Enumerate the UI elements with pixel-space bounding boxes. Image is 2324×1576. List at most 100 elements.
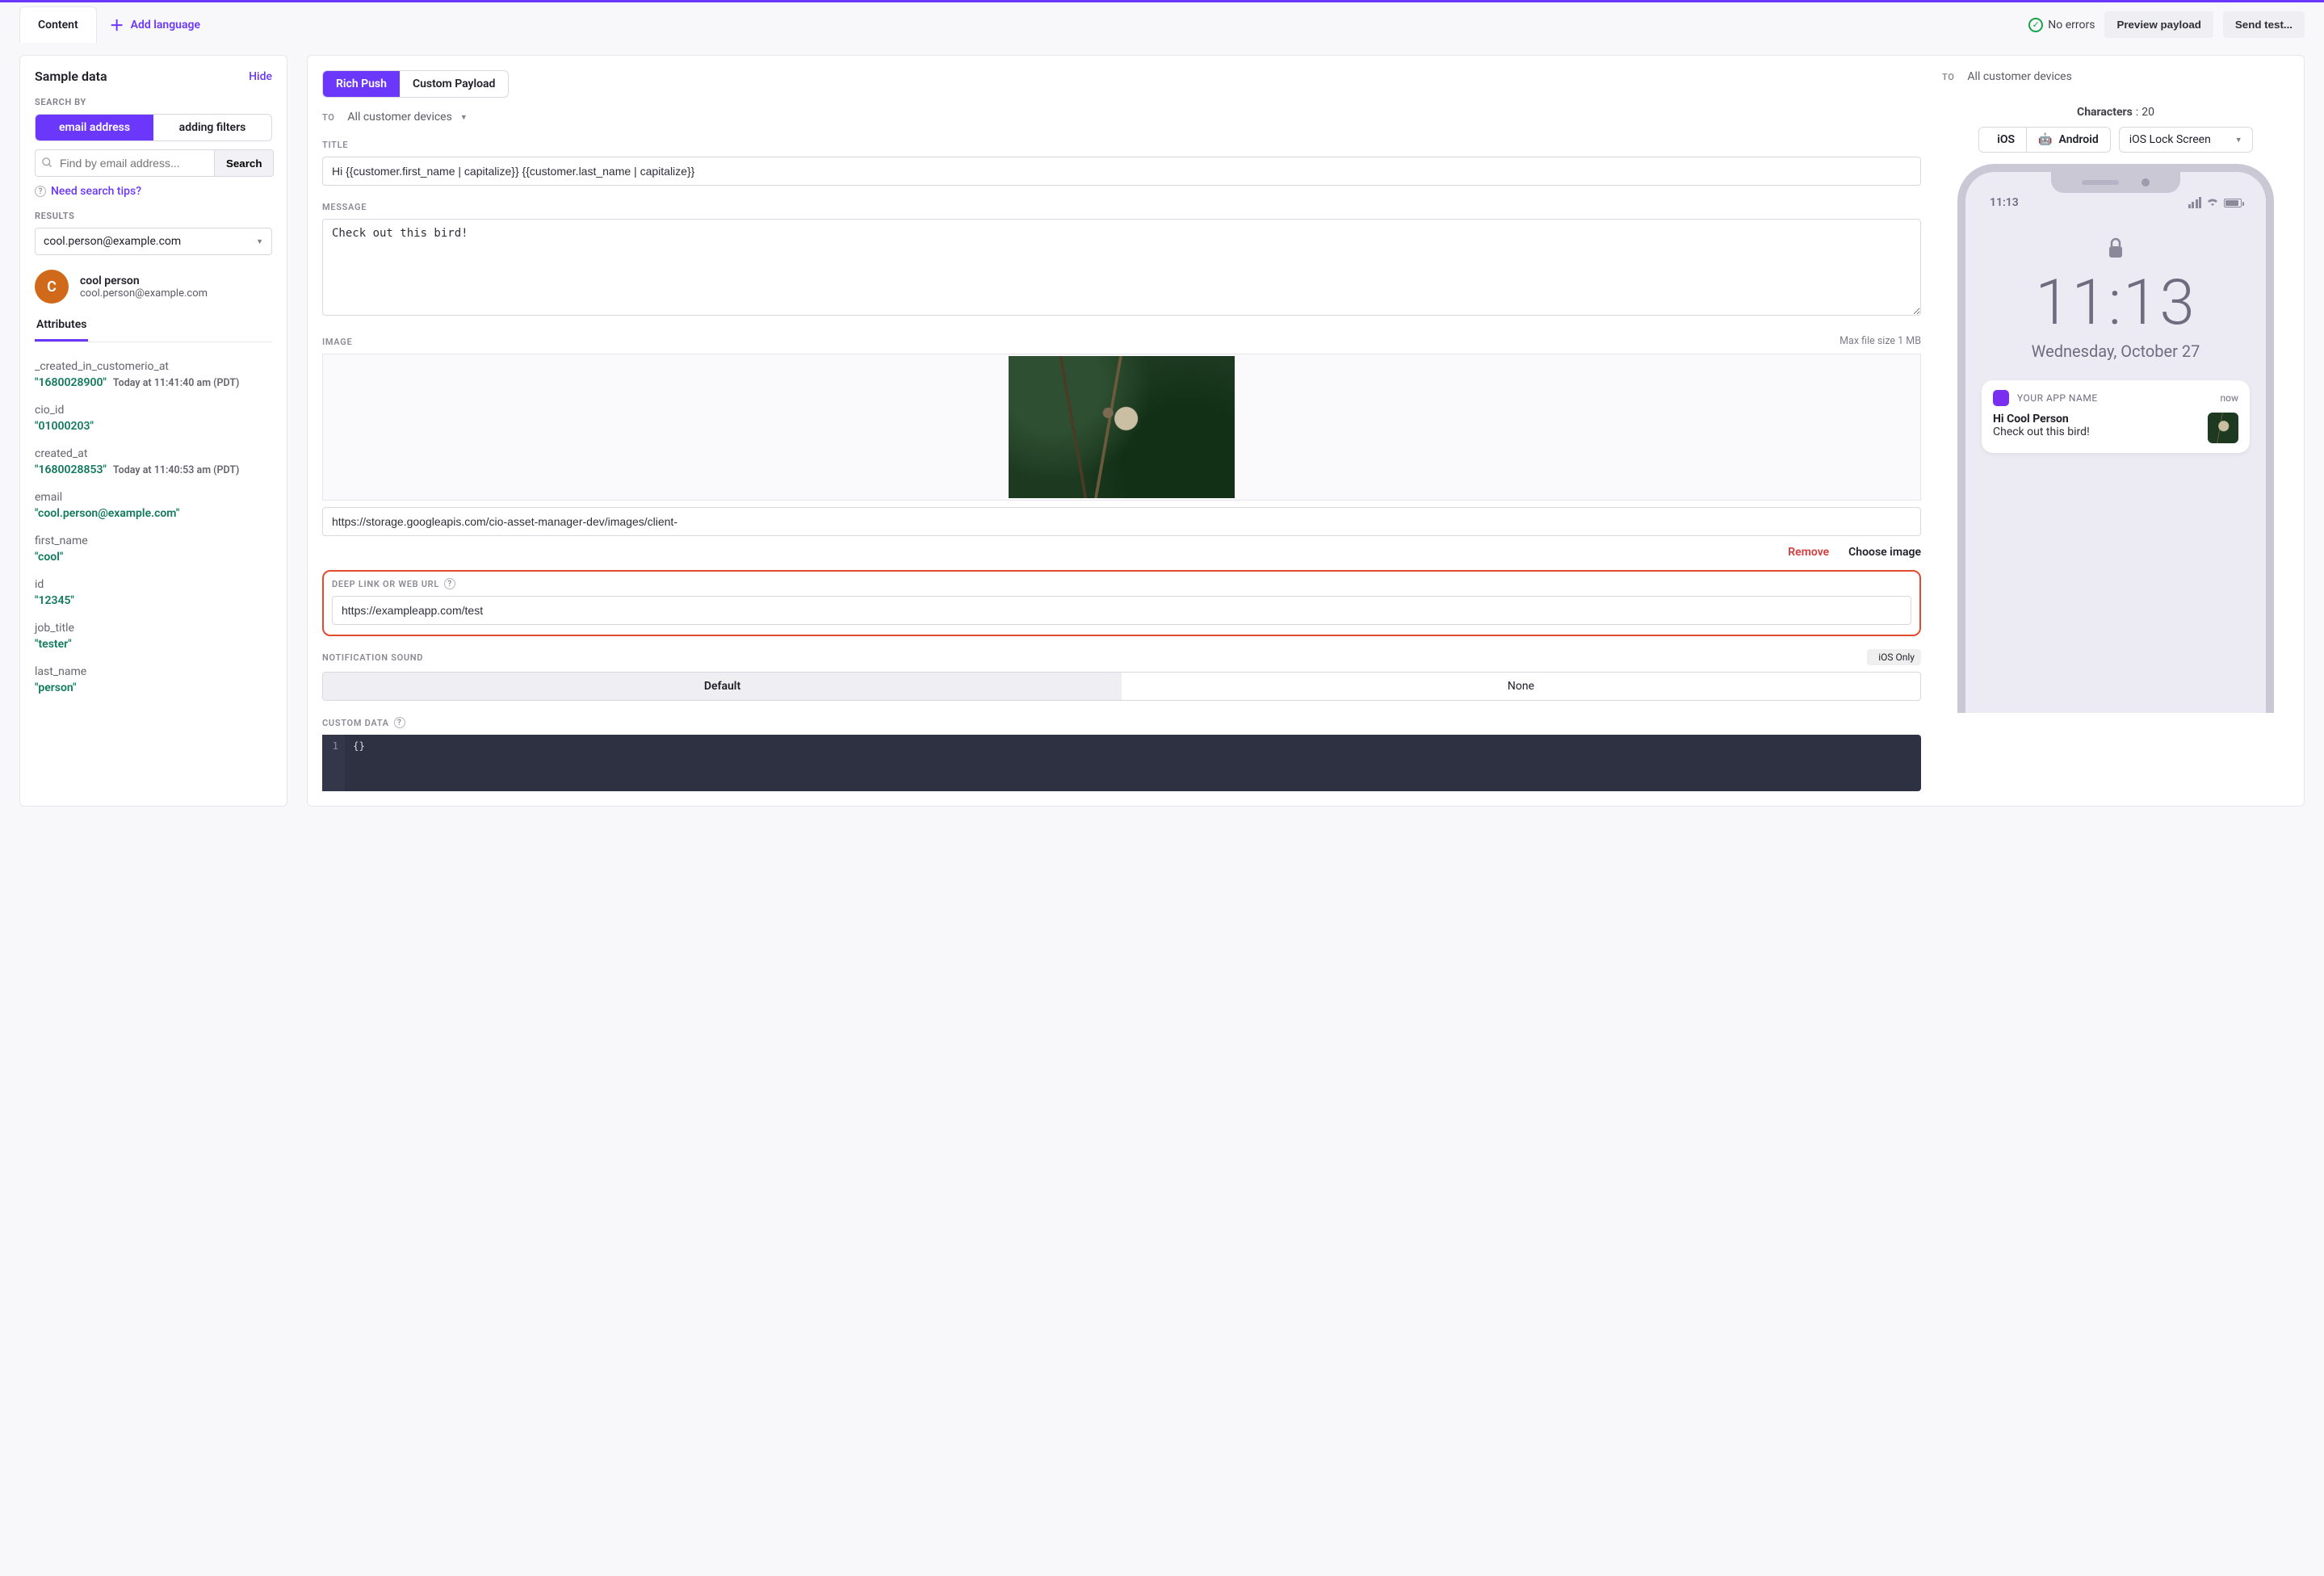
to-label: TO	[322, 112, 334, 123]
user-email: cool.person@example.com	[80, 287, 208, 300]
search-by-segment: email address adding filters	[35, 114, 272, 141]
attribute-key: email	[35, 491, 272, 504]
attribute-meta: Today at 11:41:40 am (PDT)	[113, 377, 239, 389]
sound-default[interactable]: Default	[323, 673, 1122, 700]
preview-payload-button[interactable]: Preview payload	[2104, 11, 2213, 38]
tab-attributes[interactable]: Attributes	[35, 318, 88, 342]
attribute-row: id "12345"	[35, 578, 272, 607]
os-android[interactable]: 🤖 Android	[2026, 128, 2110, 152]
tab-custom-payload[interactable]: Custom Payload	[400, 71, 509, 97]
message-label: MESSAGE	[322, 202, 1921, 212]
battery-icon	[2224, 199, 2242, 207]
results-value: cool.person@example.com	[44, 235, 181, 248]
to-select[interactable]: All customer devices ▼	[347, 111, 467, 124]
deeplink-label: DEEP LINK OR WEB URL	[332, 579, 439, 589]
os-ios-label: iOS	[1997, 133, 2015, 146]
to-value: All customer devices	[347, 111, 451, 124]
screen-select[interactable]: iOS Lock Screen ▼	[2119, 127, 2253, 153]
characters-label: Characters	[2077, 106, 2133, 119]
attribute-row: cio_id"01000203"	[35, 404, 272, 433]
attribute-value: "12345"	[35, 594, 272, 607]
phone-preview: 11:13 11:13 Wednesday, October 27	[1957, 164, 2274, 713]
attribute-value: "1680028900"Today at 11:41:40 am (PDT)	[35, 376, 272, 389]
title-input[interactable]	[322, 157, 1921, 186]
status-icons	[2188, 196, 2242, 209]
os-ios[interactable]: iOS	[1979, 128, 2026, 152]
chevron-down-icon: ▼	[460, 113, 468, 122]
tab-rich-push[interactable]: Rich Push	[323, 71, 400, 97]
phone-notch	[2051, 172, 2180, 193]
screen-value: iOS Lock Screen	[2129, 133, 2211, 146]
attribute-value: "person"	[35, 681, 272, 694]
code-gutter: 1	[322, 735, 345, 791]
search-tips-label: Need search tips?	[51, 185, 141, 198]
no-errors-label: No errors	[2048, 19, 2095, 31]
attribute-key: last_name	[35, 665, 272, 678]
bird-image	[1009, 356, 1235, 498]
sample-data-title: Sample data	[35, 69, 107, 84]
lock-date: Wednesday, October 27	[1975, 342, 2256, 361]
attribute-row: job_title "tester"	[35, 622, 272, 651]
sound-label: NOTIFICATION SOUND	[322, 652, 423, 663]
search-tips-link[interactable]: ? Need search tips?	[35, 185, 272, 198]
attribute-row: _created_in_customerio_at "1680028900"Tod…	[35, 360, 272, 389]
attribute-value: "cool"	[35, 551, 272, 564]
deeplink-input[interactable]	[332, 596, 1911, 625]
help-icon[interactable]: ?	[394, 717, 405, 728]
app-icon	[1993, 390, 2009, 406]
chevron-down-icon: ▼	[256, 237, 263, 246]
attribute-key: created_at	[35, 447, 272, 460]
plus-icon: ＋	[110, 15, 124, 36]
attribute-value: "cool.person@example.com"	[35, 507, 272, 520]
attribute-row: first_name "cool"	[35, 534, 272, 564]
attribute-row: last_name "person"	[35, 665, 272, 694]
notif-message: Check out this bird!	[1993, 425, 2198, 438]
seg-email-address[interactable]: email address	[36, 115, 153, 140]
lock-time: 11:13	[1975, 266, 2256, 340]
seg-adding-filters[interactable]: adding filters	[153, 115, 271, 140]
help-icon[interactable]: ?	[444, 578, 455, 589]
message-textarea[interactable]: Check out this bird!	[322, 219, 1921, 316]
attribute-key: job_title	[35, 622, 272, 635]
attribute-row: email "cool.person@example.com"	[35, 491, 272, 520]
title-label: TITLE	[322, 140, 1921, 150]
results-select[interactable]: cool.person@example.com ▼	[35, 228, 272, 255]
no-errors-status: ✓ No errors	[2028, 18, 2095, 32]
tab-content[interactable]: Content	[19, 6, 97, 43]
code-content: {}	[345, 735, 373, 791]
custom-data-editor[interactable]: 1 {}	[322, 735, 1921, 791]
notif-title: Hi Cool Person	[1993, 413, 2198, 425]
hide-link[interactable]: Hide	[249, 70, 272, 83]
attribute-key: _created_in_customerio_at	[35, 360, 272, 373]
sound-none[interactable]: None	[1122, 673, 1920, 700]
notif-time: now	[2221, 392, 2239, 404]
image-url-input[interactable]	[322, 507, 1921, 536]
custom-data-label: CUSTOM DATA	[322, 718, 389, 728]
preview-to-value: All customer devices	[1967, 70, 2071, 83]
help-icon: ?	[35, 186, 46, 197]
wifi-icon	[2206, 196, 2219, 209]
os-android-label: Android	[2059, 133, 2099, 146]
attribute-key: first_name	[35, 534, 272, 547]
phone-side-button	[2273, 350, 2274, 422]
attribute-row: created_at"1680028853"Today at 11:40:53 …	[35, 447, 272, 476]
attribute-value: "tester"	[35, 638, 272, 651]
attribute-value: "01000203"	[35, 420, 272, 433]
avatar: C	[35, 270, 69, 304]
search-input[interactable]	[35, 149, 214, 177]
attribute-key: id	[35, 578, 272, 591]
search-by-label: SEARCH BY	[35, 97, 272, 107]
send-test-button[interactable]: Send test...	[2223, 11, 2305, 38]
results-label: RESULTS	[35, 211, 272, 221]
status-time: 11:13	[1990, 196, 2019, 209]
image-label: IMAGE	[322, 337, 352, 347]
preview-to-label: TO	[1942, 72, 1954, 82]
add-language-button[interactable]: ＋ Add language	[110, 15, 200, 36]
notification-card: YOUR APP NAME now Hi Cool Person Check o…	[1982, 380, 2250, 453]
android-icon: 🤖	[2038, 133, 2052, 146]
chevron-down-icon: ▼	[2235, 136, 2242, 145]
check-circle-icon: ✓	[2028, 18, 2043, 32]
remove-image-button[interactable]: Remove	[1788, 546, 1829, 559]
choose-image-button[interactable]: Choose image	[1848, 546, 1921, 559]
search-button[interactable]: Search	[214, 149, 274, 177]
